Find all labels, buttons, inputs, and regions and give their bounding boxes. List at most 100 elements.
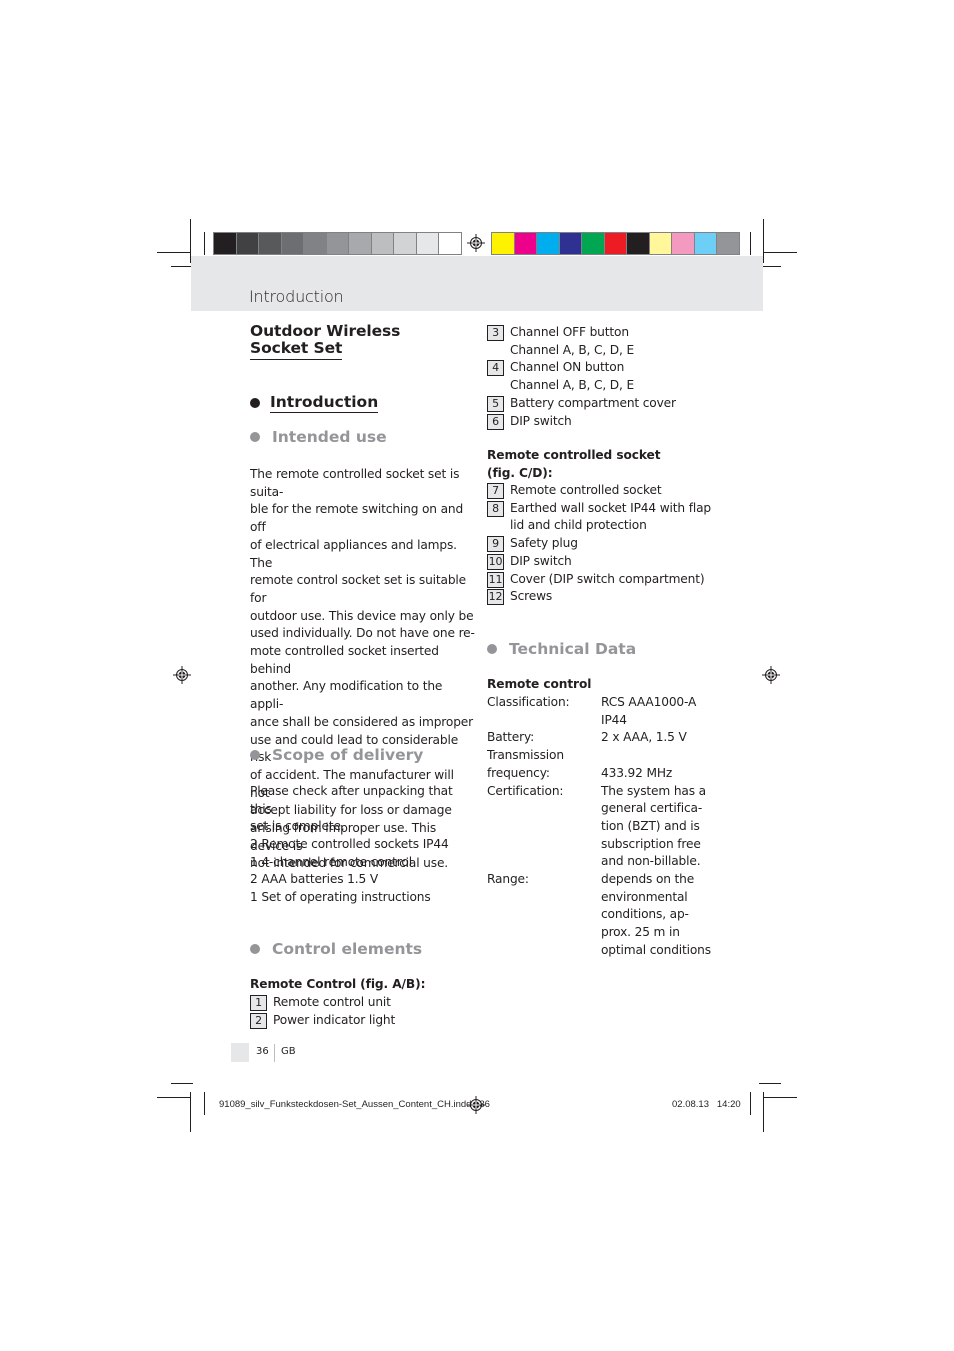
item-number-box: 7 xyxy=(487,483,504,499)
tech-value-line: environmental xyxy=(601,889,688,904)
numbered-item: 12 Screws xyxy=(487,588,717,606)
item-number-box: 10 xyxy=(487,553,504,570)
slug-filename: 91089_silv_Funksteckdosen-Set_Aussen_Con… xyxy=(219,1099,490,1110)
tech-row: Classification: RCS AAA1000-A IP44 xyxy=(487,694,717,729)
color-swatch xyxy=(627,233,649,254)
item-label-continuation: lid and child protection xyxy=(510,518,647,533)
registration-mark-icon xyxy=(173,666,191,684)
tech-key: Battery: xyxy=(487,730,535,745)
grayscale-color-bar xyxy=(213,232,462,255)
color-swatch xyxy=(672,233,694,254)
item-label: Earthed wall socket IP44 with flap xyxy=(510,500,711,515)
tech-row: Range: depends on the environmental conditi… xyxy=(487,871,717,960)
gray-swatch xyxy=(439,233,462,254)
crop-mark xyxy=(764,252,797,253)
registration-mark-icon xyxy=(762,666,780,684)
numbered-item: 3 Channel OFF button xyxy=(487,324,717,342)
tech-value: RCS AAA1000-A IP44 xyxy=(601,694,711,729)
item-label: Safety plug xyxy=(510,536,578,551)
tech-row: frequency: 433.92 MHz xyxy=(487,765,717,783)
crop-mark xyxy=(171,266,193,267)
tech-value: 433.92 MHz xyxy=(601,765,711,783)
tech-value-line: conditions, ap- xyxy=(601,907,689,922)
paragraph-line: remote control socket set is suitable fo… xyxy=(250,573,467,605)
item-label-continuation: Channel A, B, C, D, E xyxy=(510,342,635,357)
tech-key: Transmission xyxy=(487,748,564,763)
gray-swatch xyxy=(326,233,349,254)
color-swatch xyxy=(717,233,740,254)
tech-value-line: IP44 xyxy=(601,712,627,727)
subheading-text: Scope of delivery xyxy=(272,746,424,764)
crop-mark xyxy=(204,1092,205,1115)
tech-key: Certification: xyxy=(487,783,564,798)
tech-value-line: optimal conditions xyxy=(601,942,711,957)
item-label: Screws xyxy=(510,589,553,604)
item-label: Channel OFF button xyxy=(510,325,629,339)
section-heading-introduction: Introduction xyxy=(250,393,379,413)
tech-value xyxy=(601,747,711,765)
paragraph-line: another. Any modification to the appli- xyxy=(250,679,443,712)
bullet-icon xyxy=(487,644,497,654)
slug-date: 02.08.13 14:20 xyxy=(672,1099,741,1110)
tech-key: Classification: xyxy=(487,695,570,709)
tech-value: depends on the environmental conditions, a… xyxy=(601,871,711,960)
item-number-box: 3 xyxy=(487,325,504,341)
subheading-intended-use: Intended use xyxy=(250,428,387,446)
tech-value-line: subscription free xyxy=(601,836,701,851)
item-label: Battery compartment cover xyxy=(510,395,676,410)
numbered-item: 4 Channel ON button xyxy=(487,359,717,377)
paragraph-line: ble for the remote switching on and off xyxy=(250,502,464,535)
tech-value-line: prox. 25 m in xyxy=(601,925,680,940)
footer-divider xyxy=(274,1044,275,1062)
tech-value: 2 x AAA, 1.5 V xyxy=(601,729,711,747)
item-label: Cover (DIP switch compartment) xyxy=(510,571,705,586)
delivery-item: 1 Set of operating instructions xyxy=(250,890,431,905)
section-heading-text: Introduction xyxy=(270,393,379,413)
tech-value-line: general certifica- xyxy=(601,801,703,816)
numbered-item: 7 Remote controlled socket xyxy=(487,482,717,500)
numbered-item: 9 Safety plug xyxy=(487,535,717,553)
delivery-item: 2 Remote controlled sockets IP44 xyxy=(250,837,449,851)
color-swatch xyxy=(492,233,514,254)
numbered-item: 1 Remote control unit xyxy=(250,994,475,1012)
color-swatch xyxy=(537,233,559,254)
item-number-box: 4 xyxy=(487,360,504,377)
crop-mark xyxy=(764,1097,797,1098)
numbered-item: 10 DIP switch xyxy=(487,553,717,571)
item-number-box: 12 xyxy=(487,589,504,606)
subheading-text: Control elements xyxy=(272,940,423,958)
delivery-item: 1 4-channel remote control xyxy=(250,854,412,869)
remote-items-list: 3 Channel OFF button Channel A, B, C, D, E… xyxy=(487,324,717,430)
bullet-icon xyxy=(250,750,260,760)
tech-value-line xyxy=(601,747,711,765)
socket-label: Remote controlled socket (fig. C/D): xyxy=(487,447,661,482)
item-number-box: 8 xyxy=(487,500,504,517)
tech-value-line: RCS AAA1000-A xyxy=(601,695,697,709)
language-code: GB xyxy=(281,1046,296,1057)
paragraph-line: The remote controlled socket set is suit… xyxy=(250,467,460,499)
item-number-box: 6 xyxy=(487,413,504,430)
paragraph-line: mote controlled socket inserted behind xyxy=(250,644,439,676)
crop-mark xyxy=(759,1083,781,1084)
color-swatch xyxy=(649,233,672,254)
paragraph-line: used individually. Do not have one re- xyxy=(250,626,475,641)
subheading-control-elements: Control elements xyxy=(250,940,422,958)
product-title-line2: Socket Set xyxy=(250,340,342,360)
page-number-tab xyxy=(231,1043,249,1062)
paragraph-line: of electrical appliances and lamps. The xyxy=(250,537,457,570)
gray-swatch xyxy=(236,233,259,254)
numbered-item: 11 Cover (DIP switch compartment) xyxy=(487,571,717,589)
item-label: DIP switch xyxy=(510,553,572,568)
crop-mark xyxy=(750,1092,751,1115)
gray-swatch xyxy=(214,233,236,254)
technical-data-table: Classification: RCS AAA1000-A IP44 Battery:… xyxy=(487,694,717,960)
item-number-box: 5 xyxy=(487,395,504,412)
gray-swatch xyxy=(349,233,371,254)
gray-swatch xyxy=(281,233,304,254)
item-number-box: 9 xyxy=(487,536,504,553)
page-number: 36 xyxy=(256,1046,269,1057)
delivery-item: 2 AAA batteries 1.5 V xyxy=(250,872,379,887)
tech-value-line: The system has a xyxy=(601,783,706,798)
crop-mark xyxy=(750,232,751,255)
crop-mark xyxy=(763,1092,764,1132)
